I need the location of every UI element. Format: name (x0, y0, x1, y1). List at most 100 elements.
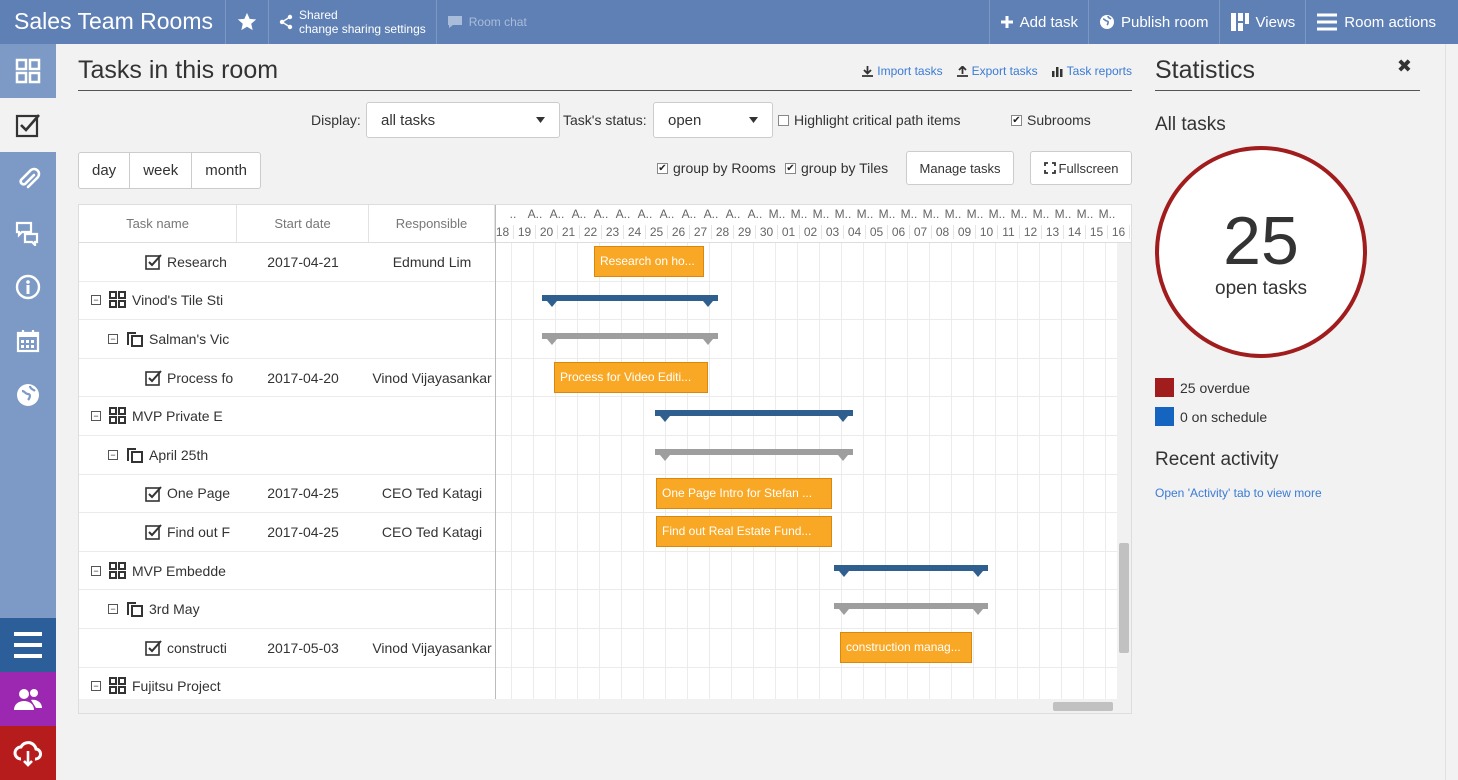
room-summary-bar[interactable] (834, 603, 988, 617)
task-row[interactable]: − Vinod's Tile Sti (79, 282, 495, 321)
publish-room-button[interactable]: Publish room (1087, 0, 1219, 44)
task-bar[interactable]: Find out Real Estate Fund... (656, 516, 832, 548)
status-value: open (668, 111, 702, 129)
collapse-toggle-icon[interactable]: − (108, 333, 118, 344)
display-select[interactable]: all tasks (366, 102, 560, 138)
task-row[interactable]: Process fo 2017-04-20 Vinod Vijayasankar (79, 359, 495, 398)
scale-week-button[interactable]: week (130, 153, 193, 188)
export-tasks-link[interactable]: Export tasks (956, 64, 1038, 78)
task-row[interactable]: One Page 2017-04-25 CEO Ted Katagi (79, 475, 495, 514)
tile-summary-bar[interactable] (655, 410, 853, 424)
day-tick: 28 (712, 225, 734, 239)
column-start-date[interactable]: Start date (237, 205, 369, 242)
collapse-toggle-icon[interactable]: − (91, 565, 101, 576)
task-reports-link[interactable]: Task reports (1051, 64, 1132, 78)
rail-conversations[interactable] (0, 206, 56, 260)
group-by-rooms-checkbox[interactable]: ✔ group by Rooms (657, 160, 776, 176)
share-link-label: change sharing settings (299, 22, 426, 36)
start-date-cell: 2017-04-25 (267, 523, 339, 540)
column-responsible[interactable]: Responsible (369, 205, 495, 242)
task-name: MVP Embedde (132, 562, 226, 579)
task-row[interactable]: constructi 2017-05-03 Vinod Vijayasankar (79, 629, 495, 668)
task-row[interactable]: − Salman's Vic (79, 320, 495, 359)
app-title[interactable]: Sales Team Rooms (0, 0, 225, 44)
publish-room-label: Publish room (1120, 13, 1209, 31)
day-tick: 18 (492, 225, 514, 239)
scale-month-button[interactable]: month (192, 153, 260, 188)
collapse-toggle-icon[interactable]: − (91, 411, 101, 422)
horizontal-scrollbar[interactable] (79, 699, 1131, 713)
manage-tasks-button[interactable]: Manage tasks (906, 151, 1014, 185)
task-row[interactable]: Find out F 2017-04-25 CEO Ted Katagi (79, 513, 495, 552)
tile-grid-icon (109, 291, 127, 309)
collapse-toggle-icon[interactable]: − (91, 681, 101, 692)
month-tick: M.. (856, 207, 874, 221)
rail-public[interactable] (0, 368, 56, 422)
collapse-toggle-icon[interactable]: − (108, 449, 118, 460)
room-summary-bar[interactable] (542, 333, 718, 347)
checkmark-icon: ✔ (785, 162, 796, 174)
room-summary-bar[interactable] (655, 449, 853, 463)
status-label: Task's status: (563, 112, 647, 128)
task-bar[interactable]: Process for Video Editi... (554, 361, 708, 393)
scrollbar-thumb[interactable] (1053, 702, 1113, 711)
add-task-button[interactable]: Add task (988, 0, 1088, 44)
import-tasks-link[interactable]: Import tasks (862, 64, 943, 78)
views-button[interactable]: Views (1218, 0, 1306, 44)
month-tick: M.. (812, 207, 830, 221)
rail-users[interactable] (0, 672, 56, 726)
activity-tab-link[interactable]: Open 'Activity' tab to view more (1155, 486, 1322, 500)
task-bar[interactable]: construction manag... (840, 632, 972, 663)
grid-line (621, 243, 622, 699)
rail-info[interactable] (0, 260, 56, 314)
task-row[interactable]: − 3rd May (79, 590, 495, 629)
rail-dashboard[interactable] (0, 44, 56, 98)
task-checkbox-icon (145, 639, 162, 657)
page-scrollbar[interactable] (1445, 44, 1458, 780)
month-tick: M.. (922, 207, 940, 221)
task-checkbox-icon (145, 369, 162, 386)
status-select[interactable]: open (653, 102, 773, 138)
favorite-button[interactable] (225, 0, 268, 44)
tile-grid-icon (109, 561, 127, 580)
rail-tasks[interactable] (0, 98, 56, 152)
task-bar[interactable]: One Page Intro for Stefan ... (656, 477, 832, 509)
rail-calendar[interactable] (0, 314, 56, 368)
vertical-scrollbar[interactable] (1117, 243, 1131, 699)
task-row[interactable]: Research 2017-04-21 Edmund Lim (79, 243, 495, 282)
tile-summary-bar[interactable] (542, 294, 718, 309)
rail-attachments[interactable] (0, 152, 56, 206)
month-tick: M.. (790, 207, 808, 221)
room-chat-button[interactable]: Room chat (435, 0, 537, 44)
group-by-tiles-checkbox[interactable]: ✔ group by Tiles (785, 160, 888, 176)
close-icon[interactable]: ✖ (1397, 56, 1412, 77)
task-row[interactable]: − April 25th (79, 436, 495, 475)
rail-cloud-sync[interactable] (0, 726, 56, 780)
collapse-toggle-icon[interactable]: − (91, 295, 101, 306)
room-actions-button[interactable]: Room actions (1305, 0, 1458, 44)
rail-menu[interactable] (0, 618, 56, 672)
task-row[interactable]: − MVP Private E (79, 397, 495, 436)
fullscreen-button[interactable]: Fullscreen (1030, 151, 1132, 185)
day-tick: 04 (844, 225, 866, 239)
grid-line (709, 243, 710, 699)
day-tick: 25 (646, 225, 668, 239)
collapse-toggle-icon[interactable]: − (108, 604, 118, 615)
sharing-settings-button[interactable]: Shared change sharing settings (268, 0, 436, 44)
grid-header: Task name Start date Responsible (79, 205, 495, 243)
grid-line (907, 243, 908, 699)
task-bar[interactable]: Research on ho... (594, 246, 704, 277)
scrollbar-thumb[interactable] (1119, 543, 1129, 653)
day-tick: 23 (602, 225, 624, 239)
tile-summary-bar[interactable] (834, 564, 988, 579)
task-name-cell: − Fujitsu Project (79, 677, 237, 695)
highlight-critical-checkbox[interactable]: Highlight critical path items (778, 112, 961, 128)
calendar-icon (15, 328, 41, 354)
subrooms-checkbox[interactable]: ✔ Subrooms (1011, 112, 1091, 128)
month-tick: A.. (681, 207, 697, 221)
task-row[interactable]: − Fujitsu Project (79, 668, 495, 699)
column-task-name[interactable]: Task name (79, 205, 237, 242)
month-tick: A.. (549, 207, 565, 221)
task-row[interactable]: − MVP Embedde (79, 552, 495, 591)
scale-day-button[interactable]: day (79, 153, 131, 188)
